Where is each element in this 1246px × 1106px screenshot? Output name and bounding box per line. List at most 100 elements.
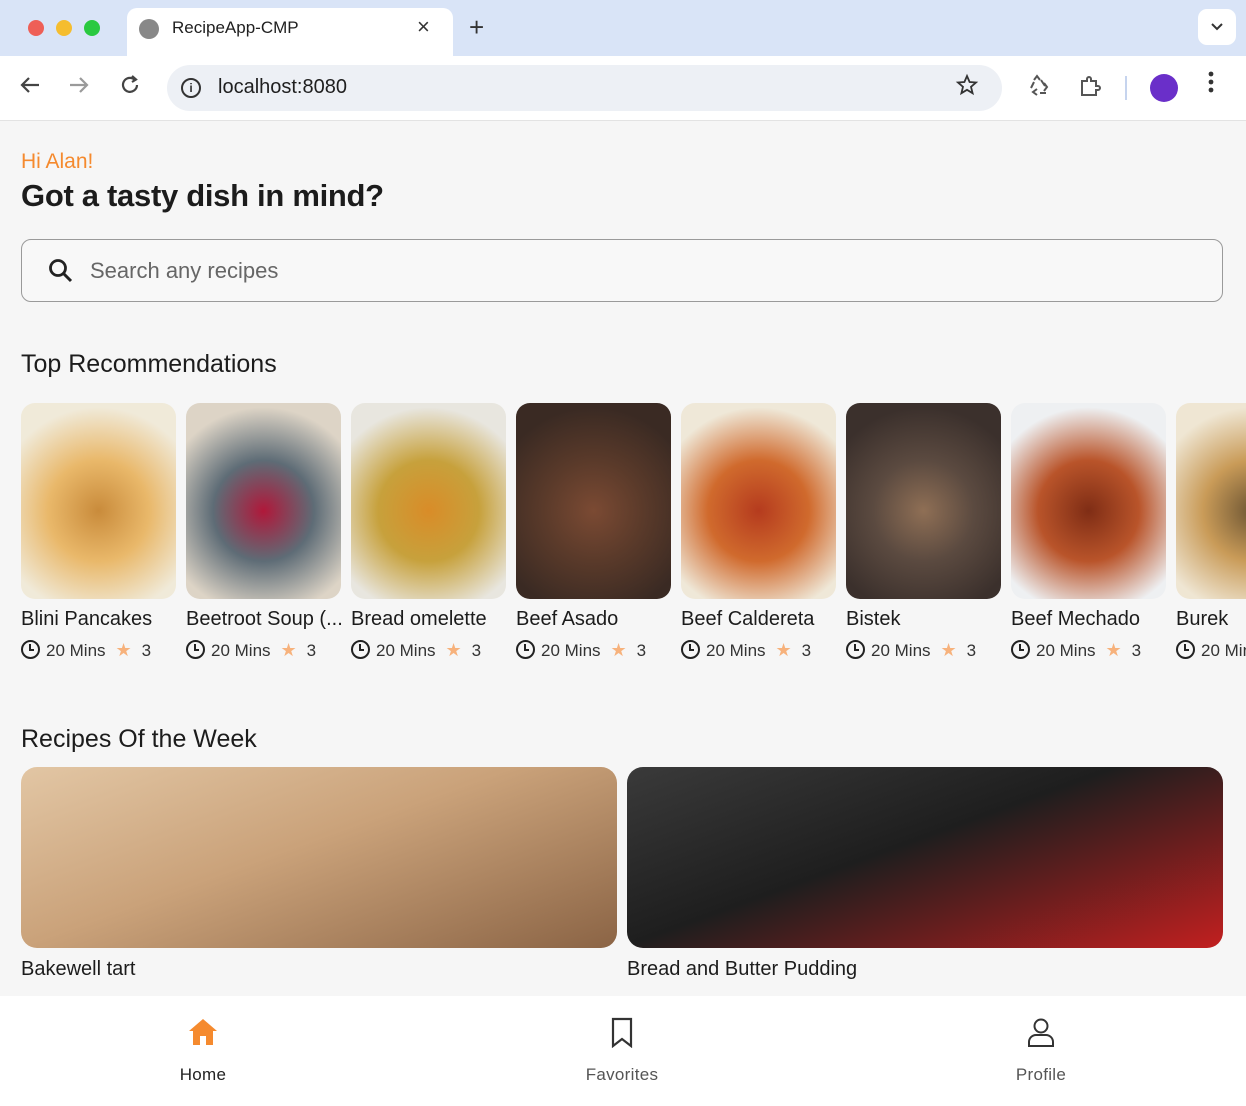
profile-avatar[interactable] — [1150, 74, 1178, 102]
toolbar-divider — [1125, 76, 1127, 100]
minimize-window-button[interactable] — [56, 20, 72, 36]
nav-label-favorites: Favorites — [585, 1065, 659, 1084]
recipe-rating: 3 — [1131, 641, 1142, 660]
recipe-time: 20 Mins — [1201, 641, 1246, 660]
recipe-image[interactable] — [516, 403, 671, 599]
recipe-time: 20 Mins — [211, 641, 271, 660]
recipe-card[interactable]: Bistek 20 Mins ★ 3 — [846, 403, 1001, 668]
recipe-image[interactable] — [186, 403, 341, 599]
recipe-image[interactable] — [1011, 403, 1166, 599]
clock-icon — [846, 640, 865, 659]
star-icon: ★ — [610, 640, 627, 660]
recipes-of-week-title: Recipes Of the Week — [21, 725, 257, 753]
tab-title: RecipeApp-CMP — [172, 18, 299, 37]
recipe-card[interactable]: Beef Mechado 20 Mins ★ 3 — [1011, 403, 1166, 668]
recipe-card[interactable]: Beef Asado 20 Mins ★ 3 — [516, 403, 671, 668]
recipe-name: Beef Caldereta — [681, 608, 815, 630]
recipe-card[interactable]: Burek 20 Mins★3 — [1176, 403, 1246, 668]
nav-item-profile[interactable]: Profile — [961, 1016, 1121, 1085]
reload-icon[interactable] — [119, 74, 141, 96]
bottom-navigation: Home Favorites Profile — [0, 996, 1246, 1106]
browser-tab[interactable]: RecipeApp-CMP × — [127, 8, 453, 58]
recipe-image[interactable] — [681, 403, 836, 599]
recipe-time: 20 Mins — [871, 641, 931, 660]
week-recipe-image[interactable] — [627, 767, 1223, 948]
recipe-card[interactable]: Blini Pancakes 20 Mins ★ 3 — [21, 403, 176, 668]
recipe-meta: 20 Mins ★ 3 — [21, 640, 151, 661]
week-recipe-card[interactable]: Bread and Butter Pudding — [627, 767, 1223, 980]
recipe-name: Bistek — [846, 608, 901, 630]
recipe-name: Burek — [1176, 608, 1229, 630]
recipe-rating: 3 — [141, 641, 152, 660]
search-box[interactable] — [21, 239, 1223, 302]
bookmark-icon — [611, 1017, 633, 1049]
recipe-image[interactable] — [351, 403, 506, 599]
url-text[interactable]: localhost:8080 — [218, 76, 347, 99]
clock-icon — [186, 640, 205, 659]
recipe-meta: 20 Mins ★ 3 — [516, 640, 646, 661]
top-recommendations-title: Top Recommendations — [21, 350, 277, 378]
recipe-card[interactable]: Bread omelette 20 Mins ★ 3 — [351, 403, 506, 668]
page-headline: Got a tasty dish in mind? — [21, 178, 384, 213]
recipe-image[interactable] — [21, 403, 176, 599]
recipe-rating: 3 — [636, 641, 647, 660]
recipe-name: Beef Mechado — [1011, 608, 1140, 630]
week-recipe-card[interactable]: Bakewell tart — [21, 767, 617, 980]
week-recipe-image[interactable] — [21, 767, 617, 948]
extensions-puzzle-icon[interactable] — [1078, 74, 1102, 98]
maximize-window-button[interactable] — [84, 20, 100, 36]
greeting-text: Hi Alan! — [21, 150, 94, 173]
recipe-name: Bread omelette — [351, 608, 487, 630]
info-icon[interactable]: i — [181, 78, 201, 98]
clock-icon — [21, 640, 40, 659]
recommendations-carousel[interactable]: Blini Pancakes 20 Mins ★ 3 Beetroot Soup (..… — [21, 403, 1246, 673]
clock-icon — [681, 640, 700, 659]
star-icon: ★ — [445, 640, 462, 660]
clock-icon — [516, 640, 535, 659]
recipe-meta: 20 Mins★3 — [846, 640, 976, 661]
recipe-image[interactable] — [846, 403, 1001, 599]
clock-icon — [1011, 640, 1030, 659]
tab-search-button[interactable] — [1198, 9, 1236, 45]
nav-item-home[interactable]: Home — [123, 1016, 283, 1085]
search-input[interactable] — [88, 250, 1192, 292]
recipe-name: Beef Asado — [516, 608, 619, 630]
more-menu-icon[interactable] — [1208, 70, 1214, 94]
back-arrow-icon[interactable] — [19, 74, 41, 96]
forward-arrow-icon[interactable] — [68, 74, 90, 96]
star-icon: ★ — [280, 640, 297, 660]
recipe-image[interactable] — [1176, 403, 1246, 599]
browser-toolbar: i localhost:8080 — [0, 56, 1246, 121]
nav-label-profile: Profile — [1015, 1065, 1067, 1084]
recipe-card[interactable]: Beetroot Soup (... 20 Mins ★ 3 — [186, 403, 343, 668]
home-icon — [189, 1019, 217, 1045]
new-tab-button[interactable]: + — [469, 12, 484, 43]
recipe-card[interactable]: Beef Caldereta 20 Mins ★ 3 — [681, 403, 836, 668]
star-icon: ★ — [1105, 640, 1122, 660]
person-icon — [1028, 1018, 1054, 1047]
recipe-time: 20 Mins — [46, 641, 106, 660]
star-icon: ★ — [940, 640, 957, 660]
bookmark-star-icon[interactable] — [955, 73, 979, 97]
recipe-time: 20 Mins — [541, 641, 601, 660]
recipe-rating: 3 — [801, 641, 812, 660]
recipe-name: Blini Pancakes — [21, 608, 153, 630]
week-recipe-name: Bread and Butter Pudding — [627, 958, 858, 980]
search-icon — [49, 259, 73, 283]
recipe-meta: 20 Mins★3 — [1011, 640, 1141, 661]
globe-icon — [139, 19, 159, 39]
recipe-time: 20 Mins — [706, 641, 766, 660]
address-bar[interactable]: i localhost:8080 — [167, 65, 1002, 111]
recipe-meta: 20 Mins ★ 3 — [681, 640, 811, 661]
recycle-icon[interactable] — [1027, 74, 1051, 98]
recipe-meta: 20 Mins★3 — [1176, 640, 1246, 661]
recipe-time: 20 Mins — [376, 641, 436, 660]
recipe-name: Beetroot Soup (... — [186, 608, 343, 630]
week-recipe-name: Bakewell tart — [21, 958, 136, 980]
star-icon: ★ — [775, 640, 792, 660]
close-tab-button[interactable]: × — [417, 14, 430, 40]
nav-item-favorites[interactable]: Favorites — [542, 1016, 702, 1085]
star-icon: ★ — [115, 640, 132, 660]
close-window-button[interactable] — [28, 20, 44, 36]
clock-icon — [351, 640, 370, 659]
